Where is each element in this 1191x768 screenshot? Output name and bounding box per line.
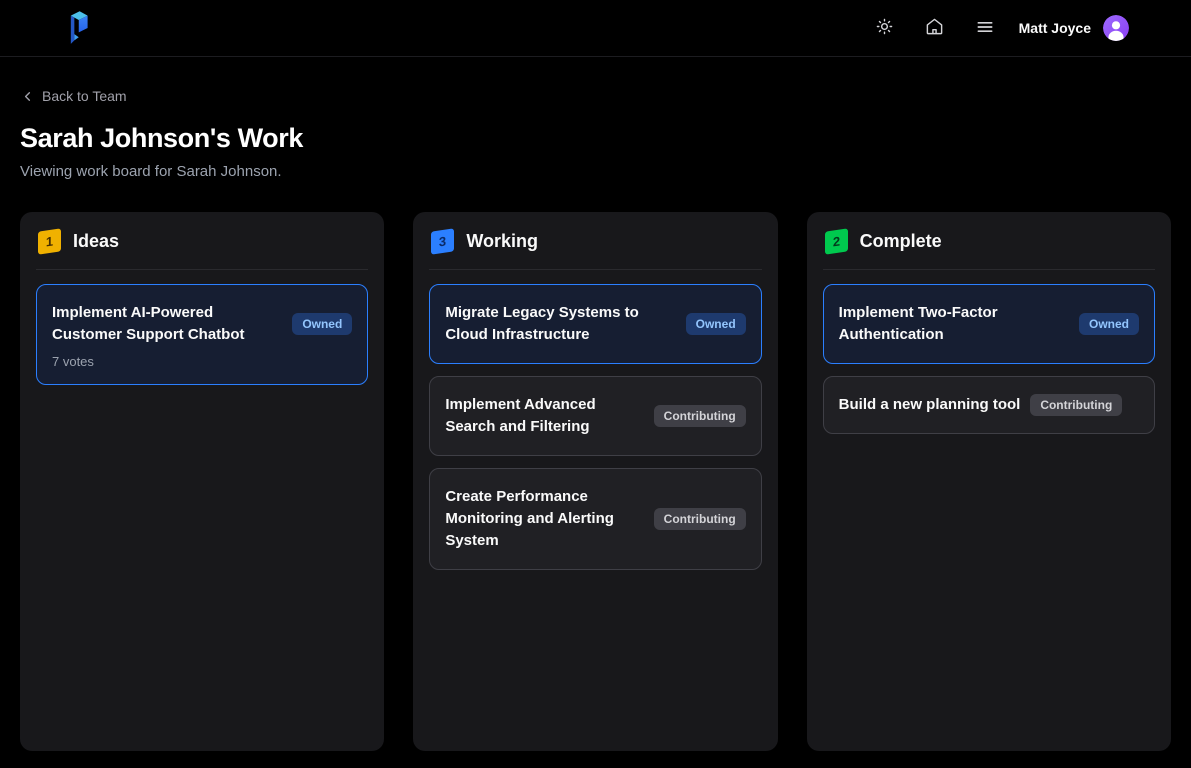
card-row: Migrate Legacy Systems to Cloud Infrastr… [445,300,745,348]
work-card[interactable]: Implement AI-Powered Customer Support Ch… [36,284,368,385]
work-card[interactable]: Migrate Legacy Systems to Cloud Infrastr… [429,284,761,364]
card-row: Build a new planning tool Contributing [839,392,1139,418]
sun-icon [876,18,893,38]
work-card[interactable]: Implement Two-Factor Authentication Owne… [823,284,1155,364]
card-title: Build a new planning tool [839,392,1021,418]
card-title: Migrate Legacy Systems to Cloud Infrastr… [445,300,675,348]
card-votes: 7 votes [52,354,352,369]
card-role-badge: Contributing [654,405,746,427]
avatar[interactable] [1103,15,1129,41]
card-title: Implement Advanced Search and Filtering [445,392,643,440]
column-title: Working [466,231,538,252]
work-card[interactable]: Build a new planning tool Contributing [823,376,1155,434]
card-list: Migrate Legacy Systems to Cloud Infrastr… [429,284,761,570]
column-divider [429,269,761,270]
card-title: Create Performance Monitoring and Alerti… [445,484,643,554]
menu-icon [975,17,995,40]
menu-button[interactable] [967,10,1003,46]
back-to-team-label: Back to Team [42,88,127,104]
board-column: 1 Ideas Implement AI-Powered Customer Su… [20,212,384,751]
board-column: 3 Working Migrate Legacy Systems to Clou… [413,212,777,751]
card-row: Implement Two-Factor Authentication Owne… [839,300,1139,348]
app-header: Matt Joyce [0,0,1191,57]
column-header: 3 Working [429,228,761,253]
app-logo[interactable] [62,8,92,48]
home-button[interactable] [917,10,953,46]
main-content: Back to Team Sarah Johnson's Work Viewin… [0,57,1191,751]
column-divider [36,269,368,270]
column-count-badge: 2 [825,228,848,254]
column-divider [823,269,1155,270]
card-list: Implement Two-Factor Authentication Owne… [823,284,1155,434]
card-row: Implement AI-Powered Customer Support Ch… [52,300,352,348]
column-title: Complete [860,231,942,252]
chevron-left-icon [20,89,35,104]
card-role-badge: Contributing [654,508,746,530]
user-name: Matt Joyce [1019,20,1091,36]
column-header: 2 Complete [823,228,1155,253]
work-card[interactable]: Implement Advanced Search and Filtering … [429,376,761,456]
card-role-badge: Owned [686,313,746,335]
card-role-badge: Owned [292,313,352,335]
user-avatar-icon [1103,15,1129,41]
card-list: Implement AI-Powered Customer Support Ch… [36,284,368,385]
card-role-badge: Owned [1079,313,1139,335]
back-to-team-link[interactable]: Back to Team [20,88,127,104]
home-icon [925,17,944,39]
board-column: 2 Complete Implement Two-Factor Authenti… [807,212,1171,751]
work-card[interactable]: Create Performance Monitoring and Alerti… [429,468,761,570]
work-board: 1 Ideas Implement AI-Powered Customer Su… [20,212,1171,751]
card-row: Create Performance Monitoring and Alerti… [445,484,745,554]
header-actions: Matt Joyce [853,10,1129,46]
card-row: Implement Advanced Search and Filtering … [445,392,745,440]
card-title: Implement AI-Powered Customer Support Ch… [52,300,282,348]
theme-toggle-button[interactable] [867,10,903,46]
page-subtitle: Viewing work board for Sarah Johnson. [20,163,1171,180]
column-count-badge: 3 [431,228,454,254]
card-role-badge: Contributing [1030,394,1122,416]
column-header: 1 Ideas [36,228,368,253]
card-title: Implement Two-Factor Authentication [839,300,1069,348]
logo-icon [62,8,92,48]
column-title: Ideas [73,231,119,252]
page-title: Sarah Johnson's Work [20,123,1171,154]
column-count-badge: 1 [38,228,61,254]
